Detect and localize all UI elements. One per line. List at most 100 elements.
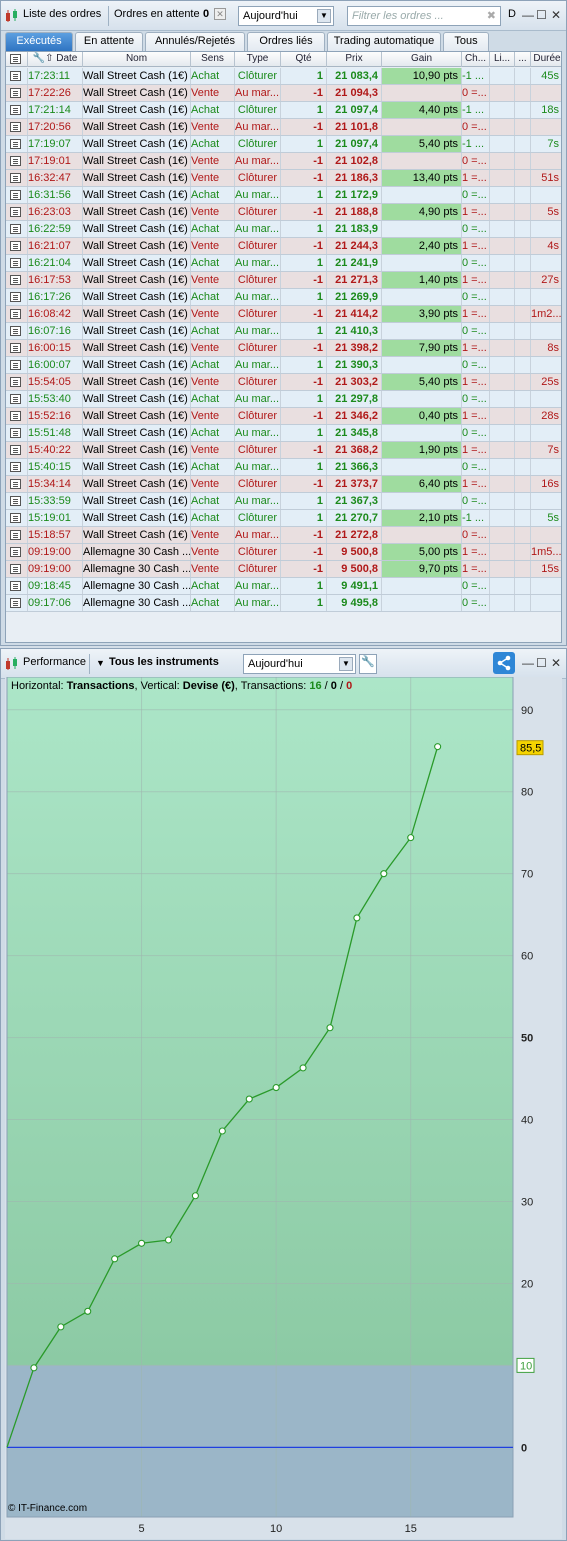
y-tick-label: 0 bbox=[521, 1442, 527, 1454]
table-row[interactable]: 16:00:07 Wall Street Cash (1€) Achat Au mar… bbox=[6, 357, 561, 374]
data-point[interactable] bbox=[30, 1364, 38, 1372]
column-ch[interactable]: Ch... bbox=[462, 52, 490, 67]
column-nom[interactable]: Nom bbox=[83, 52, 191, 67]
table-row[interactable]: 17:20:56 Wall Street Cash (1€) Vente Au mar… bbox=[6, 119, 561, 136]
period-select[interactable]: Aujourd'hui ▼ bbox=[238, 6, 334, 26]
table-row[interactable]: 17:23:11 Wall Street Cash (1€) Achat Clôtur… bbox=[6, 68, 561, 85]
clear-filter-icon[interactable]: ✖ bbox=[487, 9, 496, 22]
table-row[interactable]: 16:21:04 Wall Street Cash (1€) Achat Au mar… bbox=[6, 255, 561, 272]
cell-dur: 7s bbox=[531, 136, 561, 152]
table-row[interactable]: 09:19:00 Allemagne 30 Cash ... Vente Clôtur… bbox=[6, 544, 561, 561]
settings-wrench-icon[interactable]: 🔧 bbox=[359, 654, 377, 674]
data-point[interactable] bbox=[326, 1024, 334, 1032]
table-row[interactable]: 16:22:59 Wall Street Cash (1€) Achat Au mar… bbox=[6, 221, 561, 238]
column-duree[interactable]: Durée bbox=[531, 52, 561, 67]
column-more[interactable]: ... bbox=[515, 52, 531, 67]
data-point[interactable] bbox=[84, 1307, 92, 1315]
document-icon bbox=[10, 581, 21, 591]
cell-side: Achat bbox=[191, 102, 235, 118]
pending-orders-label[interactable]: Ordres en attente bbox=[114, 8, 200, 20]
column-sens[interactable]: Sens bbox=[191, 52, 235, 67]
document-icon bbox=[10, 547, 21, 557]
table-row[interactable]: 09:18:45 Allemagne 30 Cash ... Achat Au mar… bbox=[6, 578, 561, 595]
minimize-icon[interactable]: — bbox=[522, 656, 534, 670]
table-row[interactable]: 16:17:53 Wall Street Cash (1€) Vente Clôtur… bbox=[6, 272, 561, 289]
cell-ch: 0 =... bbox=[462, 255, 490, 271]
candlestick-icon bbox=[6, 9, 17, 22]
row-icon-cell bbox=[6, 476, 28, 492]
table-row[interactable]: 17:21:14 Wall Street Cash (1€) Achat Clôtur… bbox=[6, 102, 561, 119]
instruments-dropdown-icon[interactable]: ▼ bbox=[96, 658, 105, 668]
table-row[interactable]: 09:17:06 Allemagne 30 Cash ... Achat Au mar… bbox=[6, 595, 561, 612]
cell-dur bbox=[531, 153, 561, 169]
column-gain[interactable]: Gain bbox=[382, 52, 462, 67]
performance-chart[interactable]: 0 20 30 40 50 60 70 80 90 5 10 15 85,5 10 Horizontal: … bbox=[5, 677, 562, 1539]
tab-executes[interactable]: Exécutés bbox=[5, 32, 73, 51]
data-point[interactable] bbox=[272, 1084, 280, 1092]
clear-pending-icon[interactable]: ✕ bbox=[214, 8, 226, 20]
table-row[interactable]: 17:19:01 Wall Street Cash (1€) Vente Au mar… bbox=[6, 153, 561, 170]
data-point[interactable] bbox=[299, 1064, 307, 1072]
perf-period-select[interactable]: Aujourd'hui ▼ bbox=[243, 654, 356, 674]
table-row[interactable]: 15:40:15 Wall Street Cash (1€) Achat Au mar… bbox=[6, 459, 561, 476]
tab-annules-rejetes[interactable]: Annulés/Rejetés bbox=[145, 32, 245, 51]
filter-orders-input[interactable]: Filtrer les ordres ... ✖ bbox=[347, 6, 501, 26]
table-row[interactable]: 16:23:03 Wall Street Cash (1€) Vente Clôtur… bbox=[6, 204, 561, 221]
data-point[interactable] bbox=[164, 1236, 173, 1244]
column-li[interactable]: Li... bbox=[490, 52, 515, 67]
close-icon[interactable]: ✕ bbox=[551, 656, 561, 670]
data-point[interactable] bbox=[57, 1323, 65, 1331]
maximize-icon[interactable]: ☐ bbox=[536, 656, 547, 670]
cell-ch: 0 =... bbox=[462, 527, 490, 543]
table-row[interactable]: 16:07:16 Wall Street Cash (1€) Achat Au mar… bbox=[6, 323, 561, 340]
share-icon[interactable] bbox=[493, 652, 515, 674]
column-prix[interactable]: Prix bbox=[327, 52, 382, 67]
table-row[interactable]: 15:40:22 Wall Street Cash (1€) Vente Clôtur… bbox=[6, 442, 561, 459]
data-point[interactable] bbox=[380, 870, 388, 878]
table-row[interactable]: 15:53:40 Wall Street Cash (1€) Achat Au mar… bbox=[6, 391, 561, 408]
tab-ordres-lies[interactable]: Ordres liés bbox=[247, 32, 325, 51]
data-point[interactable] bbox=[434, 743, 442, 751]
table-row[interactable]: 15:34:14 Wall Street Cash (1€) Vente Clôtur… bbox=[6, 476, 561, 493]
table-row[interactable]: 17:22:26 Wall Street Cash (1€) Vente Au mar… bbox=[6, 85, 561, 102]
column-type[interactable]: Type bbox=[235, 52, 281, 67]
data-point[interactable] bbox=[245, 1095, 253, 1103]
data-point[interactable] bbox=[407, 834, 415, 842]
table-row[interactable]: 15:18:57 Wall Street Cash (1€) Vente Au mar… bbox=[6, 527, 561, 544]
tab-trading-automatique[interactable]: Trading automatique bbox=[327, 32, 441, 51]
data-point[interactable] bbox=[191, 1192, 199, 1200]
data-point[interactable] bbox=[353, 914, 361, 922]
data-point[interactable] bbox=[111, 1255, 119, 1263]
table-row[interactable]: 15:54:05 Wall Street Cash (1€) Vente Clôtur… bbox=[6, 374, 561, 391]
table-row[interactable]: 15:19:01 Wall Street Cash (1€) Achat Clôtur… bbox=[6, 510, 561, 527]
cell-type: Au mar... bbox=[235, 391, 281, 407]
table-row[interactable]: 09:19:00 Allemagne 30 Cash ... Vente Clôtur… bbox=[6, 561, 561, 578]
close-icon[interactable]: ✕ bbox=[551, 8, 561, 22]
data-point[interactable] bbox=[218, 1127, 226, 1135]
column-date[interactable]: 🔧⇧ Date bbox=[28, 52, 83, 67]
table-row[interactable]: 16:00:15 Wall Street Cash (1€) Vente Clôtur… bbox=[6, 340, 561, 357]
cell-type: Clôturer bbox=[235, 442, 281, 458]
table-row[interactable]: 15:51:48 Wall Street Cash (1€) Achat Au mar… bbox=[6, 425, 561, 442]
instruments-selector[interactable]: Tous les instruments bbox=[109, 656, 219, 668]
table-row[interactable]: 15:52:16 Wall Street Cash (1€) Vente Clôtur… bbox=[6, 408, 561, 425]
tab-en-attente[interactable]: En attente bbox=[75, 32, 143, 51]
table-row[interactable]: 16:08:42 Wall Street Cash (1€) Vente Clôtur… bbox=[6, 306, 561, 323]
table-row[interactable]: 16:31:56 Wall Street Cash (1€) Achat Au mar… bbox=[6, 187, 561, 204]
cell-name: Wall Street Cash (1€) bbox=[83, 221, 191, 237]
minimize-icon[interactable]: — bbox=[522, 8, 534, 22]
cell-price: 9 500,8 bbox=[327, 561, 382, 577]
table-row[interactable]: 16:32:47 Wall Street Cash (1€) Vente Clôtur… bbox=[6, 170, 561, 187]
table-row[interactable]: 15:33:59 Wall Street Cash (1€) Achat Au mar… bbox=[6, 493, 561, 510]
last-value-label: 85,5 bbox=[520, 743, 541, 755]
table-row[interactable]: 17:19:07 Wall Street Cash (1€) Achat Clôtur… bbox=[6, 136, 561, 153]
detach-label[interactable]: D bbox=[508, 8, 516, 20]
maximize-icon[interactable]: ☐ bbox=[536, 8, 547, 22]
column-qte[interactable]: Qté bbox=[281, 52, 327, 67]
cell-dur bbox=[531, 187, 561, 203]
tab-tous[interactable]: Tous bbox=[443, 32, 489, 51]
table-row[interactable]: 16:17:26 Wall Street Cash (1€) Achat Au mar… bbox=[6, 289, 561, 306]
table-row[interactable]: 16:21:07 Wall Street Cash (1€) Vente Clôtur… bbox=[6, 238, 561, 255]
data-point[interactable] bbox=[138, 1239, 146, 1247]
cell-li bbox=[490, 187, 515, 203]
